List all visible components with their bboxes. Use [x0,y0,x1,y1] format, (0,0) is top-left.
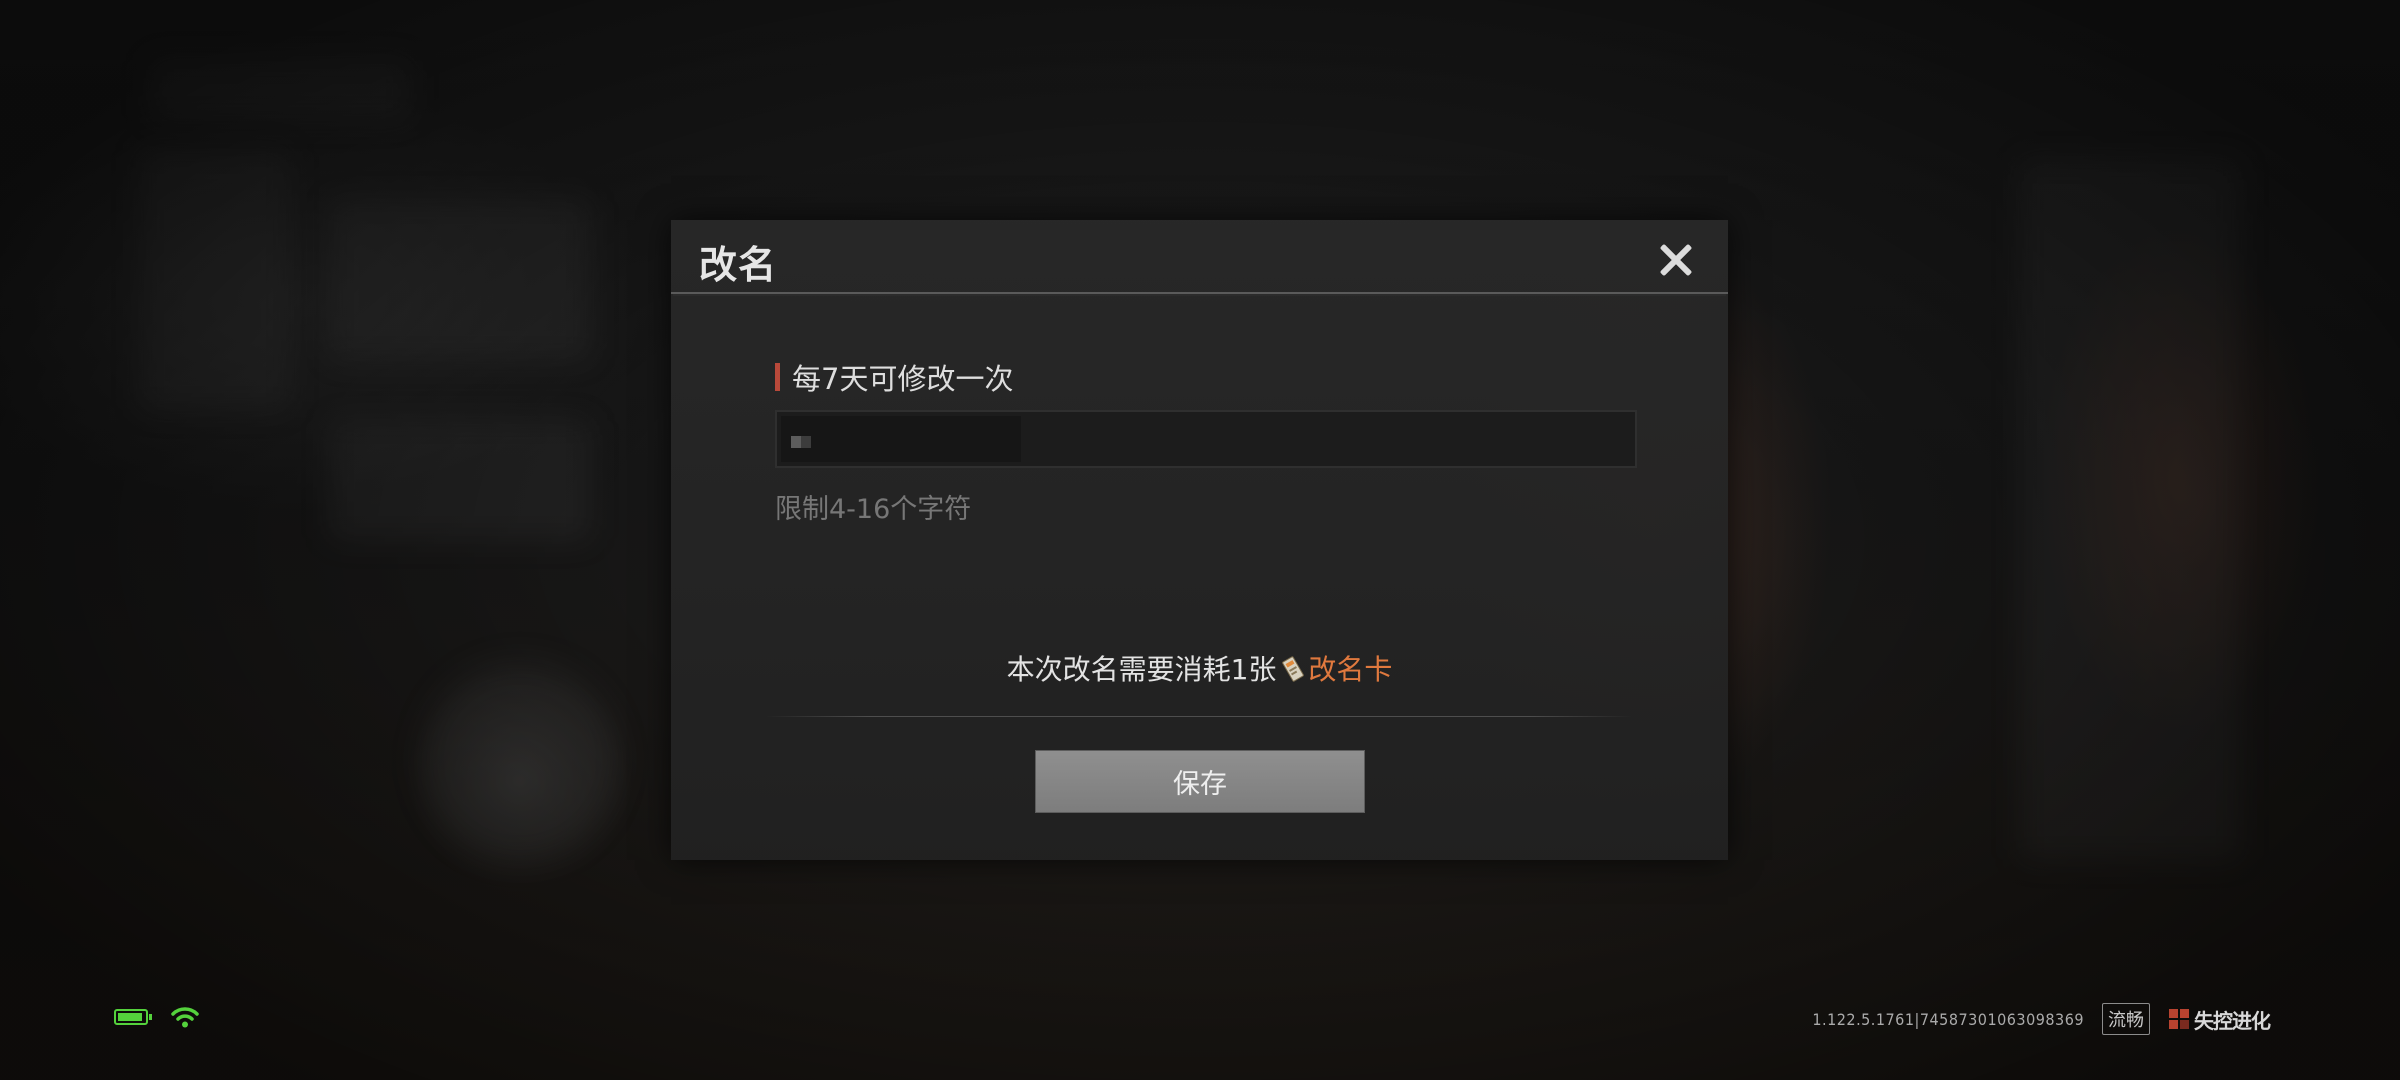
battery-icon [114,1009,152,1025]
device-status [114,1005,200,1029]
rename-dialog: 改名 每7天可修改一次 限制4-16个字符 本次改名需要消耗1张 改名卡 保存 [671,220,1728,860]
graphics-quality-badge[interactable]: 流畅 [2102,1003,2150,1035]
close-icon[interactable] [1654,238,1698,282]
rename-card-link[interactable]: 改名卡 [1308,653,1392,686]
save-button[interactable]: 保存 [1035,750,1365,813]
cost-notice: 本次改名需要消耗1张 改名卡 [671,648,1728,688]
dialog-header: 改名 [671,220,1728,294]
version-id: 1.122.5.1761|7458730106309836​9 [1812,1009,2084,1029]
dialog-title: 改名 [699,243,778,287]
wifi-icon [171,1007,199,1028]
cost-prefix: 本次改名需要消耗1张 [1006,653,1277,686]
game-logo: 失控进化 [2168,1005,2271,1034]
label-accent-bar [775,363,780,391]
field-label: 每7天可修改一次 [775,357,1013,397]
name-input[interactable] [777,412,1635,466]
game-status: 1.122.5.1761|7458730106309836​9 流畅 失控进化 [1812,1003,2271,1035]
game-logo-mark [2169,1009,2189,1029]
game-logo-text: 失控进化 [2194,1008,2271,1033]
field-label-text: 每7天可修改一次 [792,362,1014,396]
character-limit-hint: 限制4-16个字符 [775,494,972,525]
name-input-box[interactable] [775,410,1637,468]
rename-card-icon [1282,656,1305,682]
divider [766,716,1632,717]
